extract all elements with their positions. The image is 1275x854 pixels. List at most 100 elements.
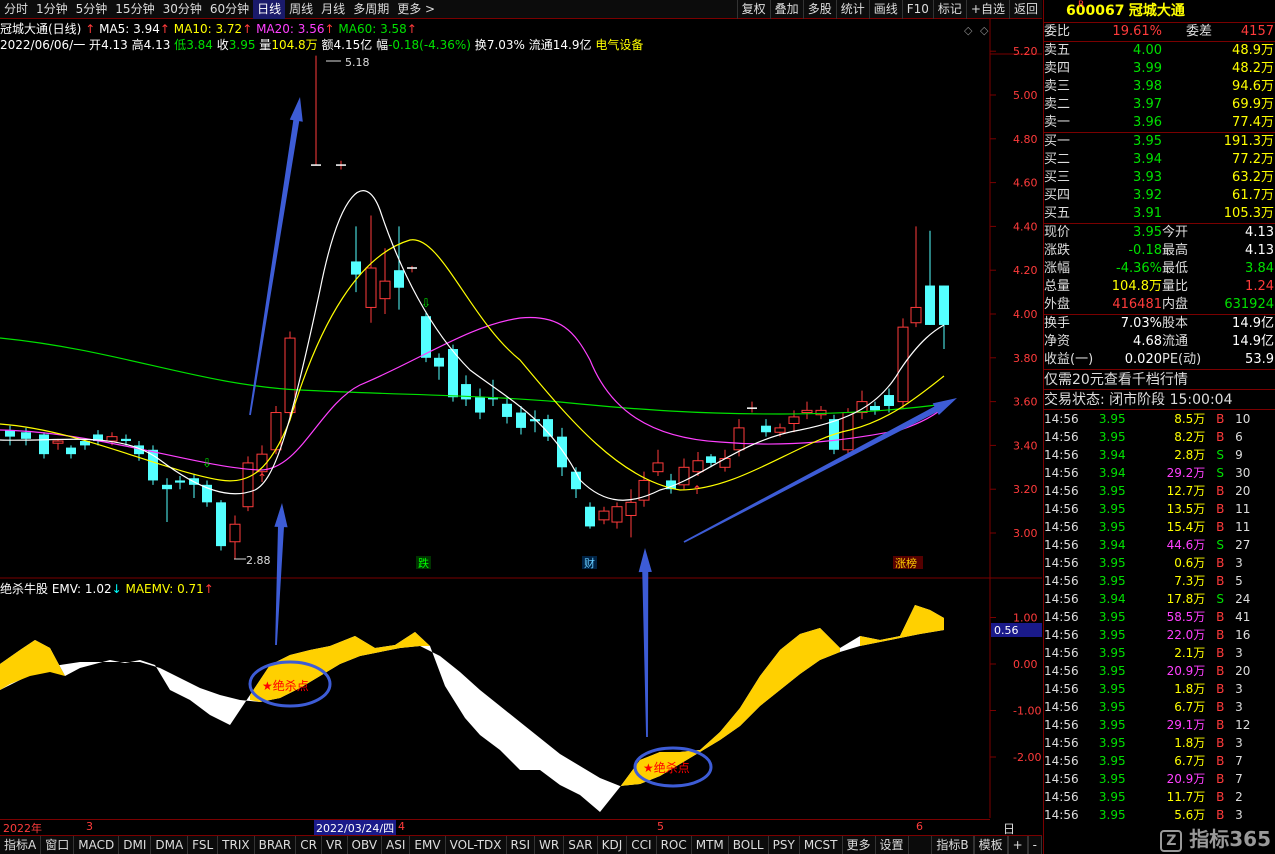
bids-price: 3.91 [1133, 206, 1162, 221]
asks-row[interactable]: 卖四 3.99 48.2万 [1044, 60, 1275, 78]
period-tab[interactable]: 周线 [285, 0, 317, 19]
tick-price: 3.94 [1098, 592, 1126, 606]
indicator-tab[interactable]: CCI [627, 836, 657, 854]
period-tab[interactable]: 日线 [253, 0, 286, 19]
tick-row: 14:56 3.95 22.0万 B 16 [1044, 626, 1275, 644]
indicator-tab[interactable]: MTM [692, 836, 729, 854]
indicator-tab[interactable]: DMA [151, 836, 189, 854]
indicator-tab-right[interactable]: - [1027, 836, 1042, 854]
candle-body [39, 434, 49, 455]
period-tab[interactable]: 分时 [0, 0, 32, 19]
period-tab[interactable]: 更多 > [393, 0, 439, 19]
indicator-tab[interactable]: 指标A [0, 836, 42, 854]
period-tab[interactable]: 月线 [317, 0, 349, 19]
period-tab[interactable]: 多周期 [349, 0, 393, 19]
tick-volume: 8.5万 [1174, 412, 1206, 426]
bids-row[interactable]: 买一 3.95 191.3万 [1044, 133, 1275, 151]
tick-direction: B [1216, 574, 1225, 588]
asks-row[interactable]: 卖三 3.98 94.6万 [1044, 78, 1275, 96]
tick-count: 9 [1235, 448, 1243, 462]
tick-time: 14:56 [1044, 484, 1079, 498]
bids-row[interactable]: 买二 3.94 77.2万 [1044, 151, 1275, 169]
bids-price: 3.95 [1133, 134, 1162, 149]
indicator-tab[interactable]: FSL [188, 836, 219, 854]
period-tab[interactable]: 1分钟 [32, 0, 72, 19]
candle-body [571, 471, 581, 490]
period-tab[interactable]: 15分钟 [111, 0, 158, 19]
indicator-tab[interactable]: EMV [410, 836, 446, 854]
tick-row: 14:56 3.95 1.8万 B 3 [1044, 734, 1275, 752]
sector-name: 电气设备 [595, 38, 644, 52]
tick-direction: B [1216, 430, 1225, 444]
tool-button[interactable]: 画线 [868, 0, 902, 19]
tool-button[interactable]: 标记 [932, 0, 966, 19]
indicator-tab[interactable]: TRIX [218, 836, 255, 854]
kline-chart[interactable]: 5.20 5.00 4.80 4.60 4.40 4.20 4.00 3.80 3.60 3.40… [0, 0, 1042, 835]
indicator-tab[interactable]: SAR [564, 836, 598, 854]
candle-body [543, 419, 553, 437]
tick-row: 14:56 3.94 29.2万 S 30 [1044, 464, 1275, 482]
indicator-tab[interactable]: 窗口 [41, 836, 75, 854]
buy-signal-icon: ↑ [692, 483, 702, 497]
indicator-tab[interactable]: VR [322, 836, 348, 854]
indicator-name[interactable]: 绝杀牛股 [0, 582, 48, 596]
period-tab[interactable]: 60分钟 [206, 0, 253, 19]
indicator-axis-label: 0.00 [1013, 658, 1038, 671]
promo-link[interactable]: 仅需20元查看千档行情 [1044, 369, 1275, 389]
indicator-tab[interactable]: WR [535, 836, 565, 854]
indicator-tab[interactable]: ROC [657, 836, 692, 854]
indicator-tab-right[interactable]: + [1007, 836, 1028, 854]
tool-button[interactable]: 叠加 [769, 0, 803, 19]
indicator-tab[interactable]: OBV [348, 836, 383, 854]
indicator-tab[interactable]: BRAR [255, 836, 297, 854]
tick-list[interactable]: 14:56 3.95 8.5万 B 10 14:56 3.95 8.2万 B 6 14:56 3.94… [1044, 409, 1275, 824]
candle-body [788, 416, 800, 424]
bids-row[interactable]: 买三 3.93 63.2万 [1044, 169, 1275, 187]
date-month-6: 6 [916, 820, 923, 833]
candle-body [121, 438, 131, 442]
asks-row[interactable]: 卖五 4.00 48.9万 [1044, 42, 1275, 60]
indicator-tab[interactable]: MACD [74, 836, 120, 854]
tool-button[interactable]: 复权 [736, 0, 770, 19]
bids-price: 3.94 [1133, 152, 1162, 167]
indicator-tab[interactable]: CR [296, 836, 322, 854]
tool-button[interactable]: 统计 [835, 0, 869, 19]
tick-time: 14:56 [1044, 718, 1079, 732]
indicator-tab[interactable]: VOL-TDX [446, 836, 507, 854]
indicator-tab[interactable]: PSY [769, 836, 800, 854]
weicha-value: 4157 [1240, 24, 1274, 39]
stat-value: 3.84 [1245, 261, 1274, 276]
indicator-tab[interactable]: KDJ [598, 836, 628, 854]
tool-button[interactable]: +自选 [965, 0, 1009, 19]
tick-count: 3 [1235, 646, 1243, 660]
indicator-tab-right[interactable]: 指标B [931, 836, 974, 854]
stat-row: 现价 3.95 今开 4.13 [1044, 224, 1275, 242]
asks-row[interactable]: 卖二 3.97 69.9万 [1044, 96, 1275, 114]
indicator-tab[interactable]: RSI [507, 836, 536, 854]
indicator-tab[interactable]: ASI [382, 836, 411, 854]
indicator-tab[interactable]: DMI [119, 836, 152, 854]
tick-price: 3.95 [1098, 754, 1126, 768]
indicator-tab[interactable]: BOLL [729, 836, 769, 854]
period-tab[interactable]: 30分钟 [159, 0, 206, 19]
turnover-label: 换 [474, 38, 487, 52]
indicator-tab[interactable]: 更多 [843, 836, 876, 854]
asks-row[interactable]: 卖一 3.96 77.4万 [1044, 114, 1275, 132]
period-tab[interactable]: 5分钟 [72, 0, 112, 19]
tick-price: 3.95 [1098, 484, 1126, 498]
tool-button[interactable]: F10 [901, 0, 933, 19]
bids-row[interactable]: 买四 3.92 61.7万 [1044, 187, 1275, 205]
indicator-tab[interactable]: 设置 [876, 836, 909, 854]
date-year: 2022年 [3, 822, 42, 835]
quote-panel: R 600067 冠城大通 委比 19.61% 委差 4157 卖五 4.00 48… [1043, 0, 1275, 854]
bids-row[interactable]: 买五 3.91 105.3万 [1044, 205, 1275, 223]
indicator-tab[interactable]: MCST [800, 836, 843, 854]
tool-button[interactable]: 返回 [1008, 0, 1042, 19]
tool-button[interactable]: 多股 [802, 0, 836, 19]
tick-row: 14:56 3.95 15.4万 B 11 [1044, 518, 1275, 536]
tick-count: 41 [1235, 610, 1251, 624]
indicator-tab-right[interactable]: 模板 [973, 836, 1008, 854]
tick-volume: 1.8万 [1174, 682, 1206, 696]
tick-direction: B [1216, 502, 1225, 516]
promo-text[interactable]: 仅需20元查看千档行情 [1044, 372, 1188, 388]
